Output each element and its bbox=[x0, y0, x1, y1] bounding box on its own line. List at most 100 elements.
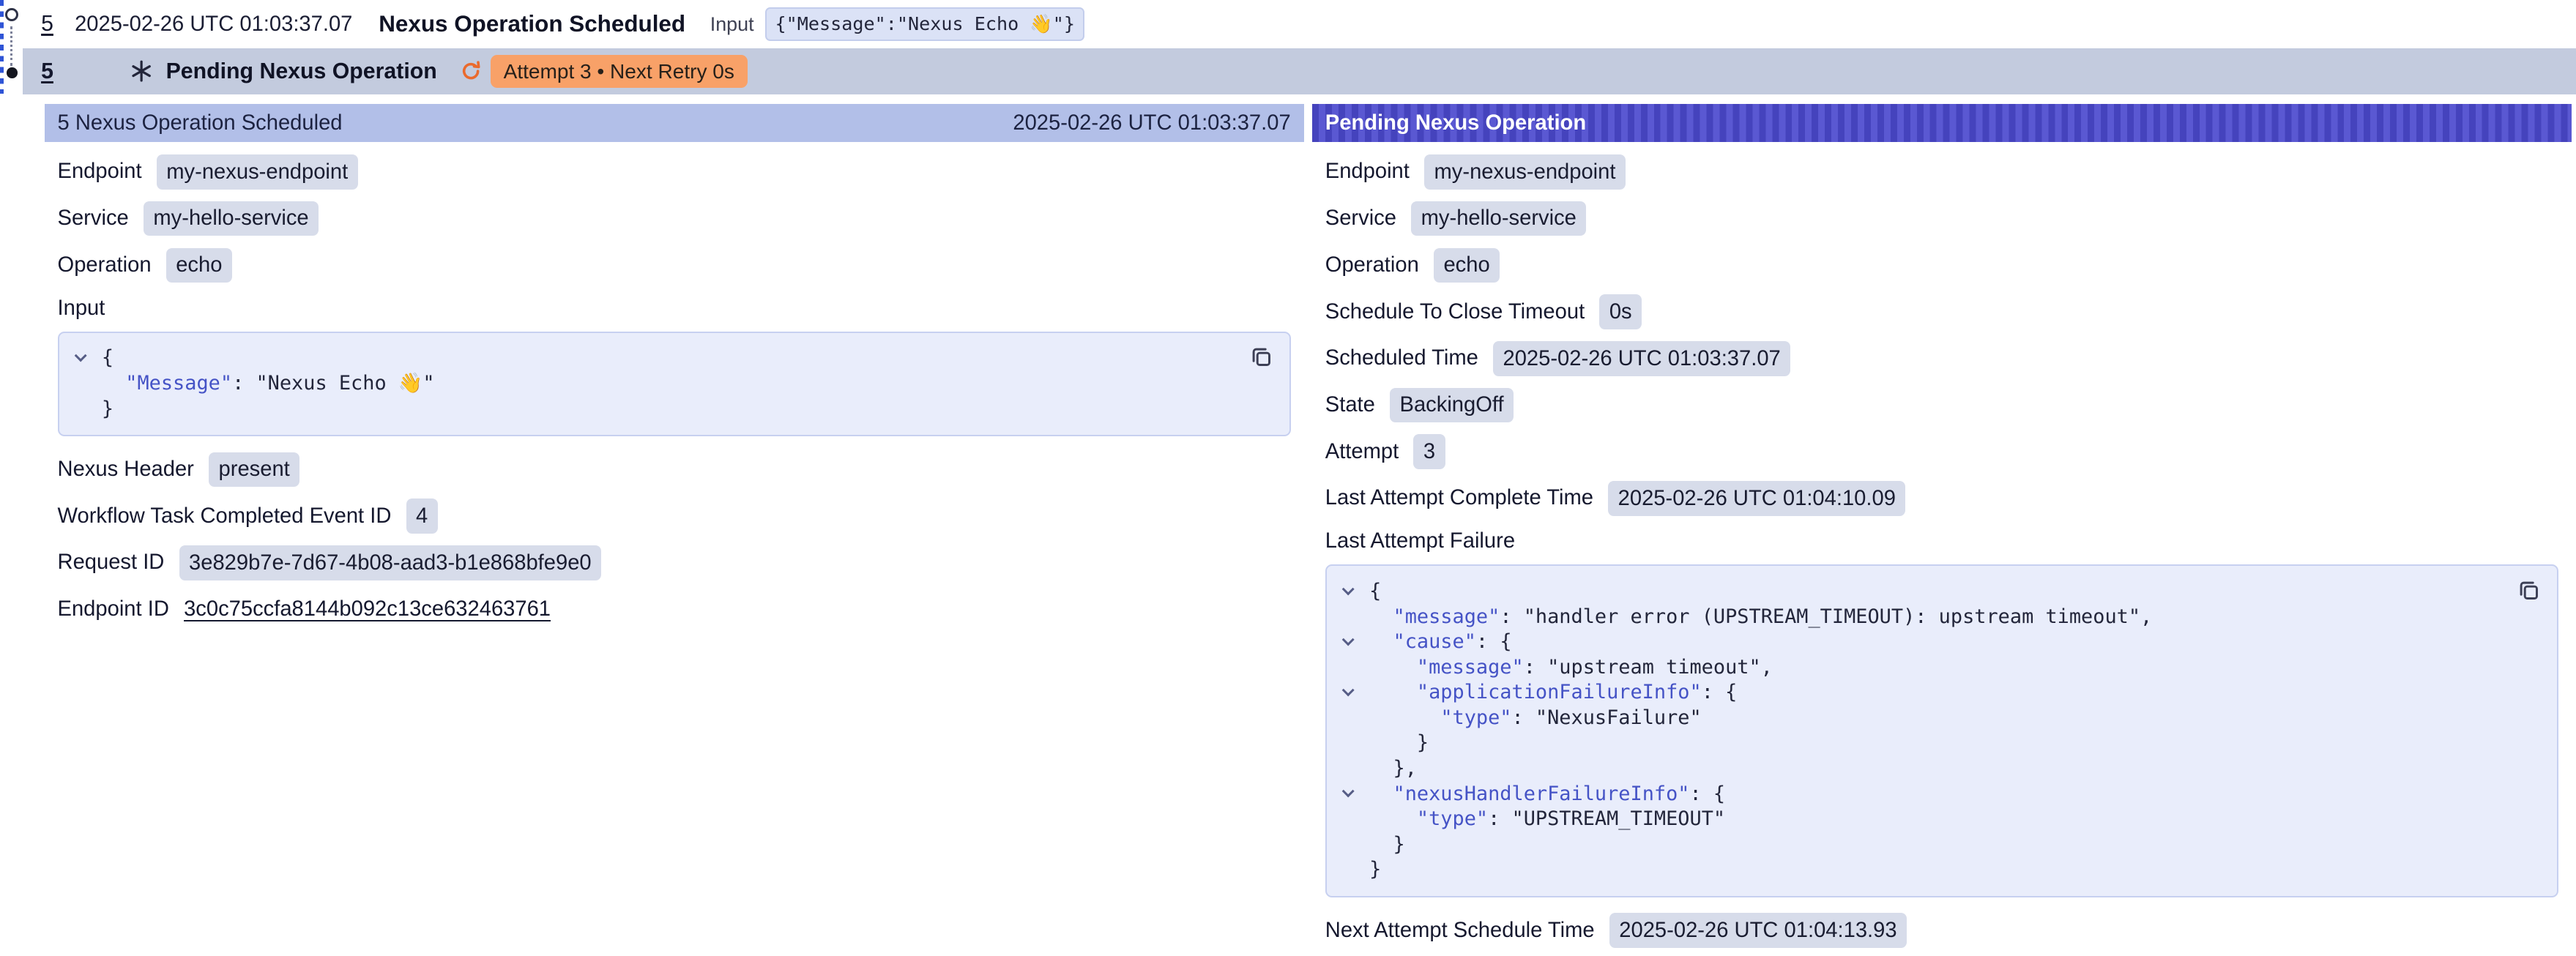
field-service: Service my-hello-service bbox=[1312, 195, 2572, 242]
timeline-gutter bbox=[0, 0, 23, 94]
field-label: Scheduled Time bbox=[1325, 346, 1478, 370]
field-label: Service bbox=[58, 206, 129, 231]
field-last-attempt-complete-time: Last Attempt Complete Time 2025-02-26 UT… bbox=[1312, 475, 2572, 522]
fold-chevron-down-icon[interactable] bbox=[59, 356, 102, 361]
timeline-ring-icon bbox=[5, 8, 18, 21]
code-line: "type": "NexusFailure" bbox=[1327, 706, 2541, 731]
field-label: Operation bbox=[58, 253, 152, 277]
field-next-attempt-schedule-time: Next Attempt Schedule Time 2025-02-26 UT… bbox=[1312, 907, 2572, 954]
pending-nexus-operation-row[interactable]: 5 Pending Nexus Operation Attempt 3 • Ne… bbox=[23, 48, 2576, 94]
event-id-link[interactable]: 5 bbox=[41, 12, 53, 37]
pending-title: Pending Nexus Operation bbox=[166, 59, 437, 84]
event-id-link[interactable]: 5 bbox=[41, 59, 53, 84]
copy-icon[interactable] bbox=[2514, 576, 2544, 605]
code-text: "nexusHandlerFailureInfo": { bbox=[1369, 782, 1725, 807]
event-row-nexus-operation-scheduled[interactable]: 5 2025-02-26 UTC 01:03:37.07 Nexus Opera… bbox=[23, 0, 2576, 48]
code-line: "nexusHandlerFailureInfo": { bbox=[1327, 782, 2541, 807]
field-value-badge: my-hello-service bbox=[144, 201, 319, 236]
field-value-badge: echo bbox=[166, 248, 232, 283]
field-value-badge: 2025-02-26 UTC 01:04:13.93 bbox=[1609, 913, 1907, 948]
field-label: Nexus Header bbox=[58, 458, 194, 482]
code-text: "type": "NexusFailure" bbox=[1369, 706, 1702, 731]
code-text: "Message": "Nexus Echo 👋" bbox=[102, 371, 435, 397]
field-scheduled-time: Scheduled Time 2025-02-26 UTC 01:03:37.0… bbox=[1312, 335, 2572, 382]
code-text: { bbox=[1369, 579, 1381, 605]
code-text: } bbox=[1369, 731, 1429, 756]
code-line: "type": "UPSTREAM_TIMEOUT" bbox=[1327, 807, 2541, 832]
pending-operation-header: Pending Nexus Operation bbox=[1312, 104, 2572, 142]
field-last-attempt-failure: Last Attempt Failure bbox=[1312, 522, 2572, 561]
code-text: { bbox=[102, 346, 113, 371]
field-value-badge: 0s bbox=[1599, 294, 1642, 329]
state-badge: BackingOff bbox=[1390, 388, 1514, 423]
field-value-badge: 2025-02-26 UTC 01:04:10.09 bbox=[1608, 481, 1905, 516]
spark-asterisk-icon bbox=[130, 60, 152, 82]
code-text: "type": "UPSTREAM_TIMEOUT" bbox=[1369, 807, 1725, 832]
fold-chevron-down-icon[interactable] bbox=[1327, 641, 1369, 645]
field-label: Service bbox=[1325, 206, 1396, 231]
code-text: }, bbox=[1369, 756, 1417, 782]
field-input: Input bbox=[45, 288, 1304, 328]
json-code: { "message": "handler error (UPSTREAM_TI… bbox=[1327, 579, 2541, 883]
code-text: "cause": { bbox=[1369, 630, 1511, 655]
input-preview-chip: {"Message":"Nexus Echo 👋"} bbox=[765, 7, 1084, 40]
code-line: }, bbox=[1327, 756, 2541, 782]
field-label: Operation bbox=[1325, 253, 1419, 277]
code-text: } bbox=[1369, 857, 1381, 883]
field-label: Workflow Task Completed Event ID bbox=[58, 504, 392, 529]
event-detail-header-title: 5 Nexus Operation Scheduled bbox=[58, 111, 343, 135]
code-text: "message": "handler error (UPSTREAM_TIME… bbox=[1369, 605, 2152, 630]
event-detail-header-time: 2025-02-26 UTC 01:03:37.07 bbox=[1013, 111, 1290, 135]
field-label: Last Attempt Complete Time bbox=[1325, 486, 1593, 510]
detail-area: 5 Nexus Operation Scheduled 2025-02-26 U… bbox=[45, 104, 2572, 953]
field-value-badge: echo bbox=[1434, 248, 1500, 283]
event-title: Nexus Operation Scheduled bbox=[379, 11, 685, 37]
field-value-badge: 3e829b7e-7d67-4b08-aad3-b1e868bfe9e0 bbox=[179, 545, 602, 580]
field-endpoint: Endpoint my-nexus-endpoint bbox=[1312, 149, 2572, 195]
field-label: Schedule To Close Timeout bbox=[1325, 300, 1585, 324]
field-label: Endpoint ID bbox=[58, 597, 169, 621]
code-text: } bbox=[1369, 832, 1405, 858]
input-label: Input bbox=[710, 13, 754, 36]
field-label: Next Attempt Schedule Time bbox=[1325, 919, 1595, 943]
failure-code-block: { "message": "handler error (UPSTREAM_TI… bbox=[1325, 564, 2558, 897]
event-timestamp: 2025-02-26 UTC 01:03:37.07 bbox=[75, 12, 379, 37]
field-nexus-header: Nexus Header present bbox=[45, 447, 1304, 493]
field-state: State BackingOff bbox=[1312, 382, 2572, 429]
fold-chevron-down-icon[interactable] bbox=[1327, 792, 1369, 796]
field-endpoint: Endpoint my-nexus-endpoint bbox=[45, 149, 1304, 195]
field-value-badge: 3 bbox=[1413, 434, 1445, 469]
fold-chevron-down-icon[interactable] bbox=[1327, 691, 1369, 695]
field-attempt: Attempt 3 bbox=[1312, 428, 2572, 475]
field-value-badge: my-nexus-endpoint bbox=[157, 154, 358, 190]
retry-attempt-badge: Attempt 3 • Next Retry 0s bbox=[491, 55, 748, 88]
field-service: Service my-hello-service bbox=[45, 195, 1304, 242]
pending-operation-header-title: Pending Nexus Operation bbox=[1325, 111, 1586, 135]
code-line: "message": "handler error (UPSTREAM_TIME… bbox=[1327, 605, 2541, 630]
code-line: "Message": "Nexus Echo 👋" bbox=[59, 371, 1273, 397]
event-history: 5 2025-02-26 UTC 01:03:37.07 Nexus Opera… bbox=[0, 0, 2576, 94]
code-line: "applicationFailureInfo": { bbox=[1327, 680, 2541, 706]
input-code-block: { "Message": "Nexus Echo 👋"} bbox=[58, 332, 1291, 437]
code-line: "message": "upstream timeout", bbox=[1327, 655, 2541, 681]
endpoint-id-link[interactable]: 3c0c75ccfa8144b092c13ce632463761 bbox=[184, 597, 551, 621]
refresh-icon bbox=[460, 60, 482, 82]
code-line: { bbox=[59, 346, 1273, 371]
field-operation: Operation echo bbox=[1312, 242, 2572, 288]
event-detail-header: 5 Nexus Operation Scheduled 2025-02-26 U… bbox=[45, 104, 1304, 142]
copy-icon[interactable] bbox=[1246, 343, 1276, 372]
field-endpoint-id: Endpoint ID 3c0c75ccfa8144b092c13ce63246… bbox=[45, 586, 1304, 633]
pending-operation-body: Endpoint my-nexus-endpoint Service my-he… bbox=[1312, 142, 2572, 954]
field-value-badge: present bbox=[209, 452, 299, 488]
field-label: Endpoint bbox=[58, 160, 142, 184]
code-line: { bbox=[1327, 579, 2541, 605]
field-operation: Operation echo bbox=[45, 242, 1304, 288]
field-label: Last Attempt Failure bbox=[1325, 529, 1515, 553]
json-code: { "Message": "Nexus Echo 👋"} bbox=[59, 346, 1273, 422]
timeline-dot-icon bbox=[7, 67, 18, 78]
field-value-badge: my-nexus-endpoint bbox=[1424, 154, 1626, 190]
timeline-connector bbox=[10, 26, 12, 66]
fold-chevron-down-icon[interactable] bbox=[1327, 590, 1369, 594]
field-label: Attempt bbox=[1325, 440, 1399, 464]
field-request-id: Request ID 3e829b7e-7d67-4b08-aad3-b1e86… bbox=[45, 539, 1304, 586]
